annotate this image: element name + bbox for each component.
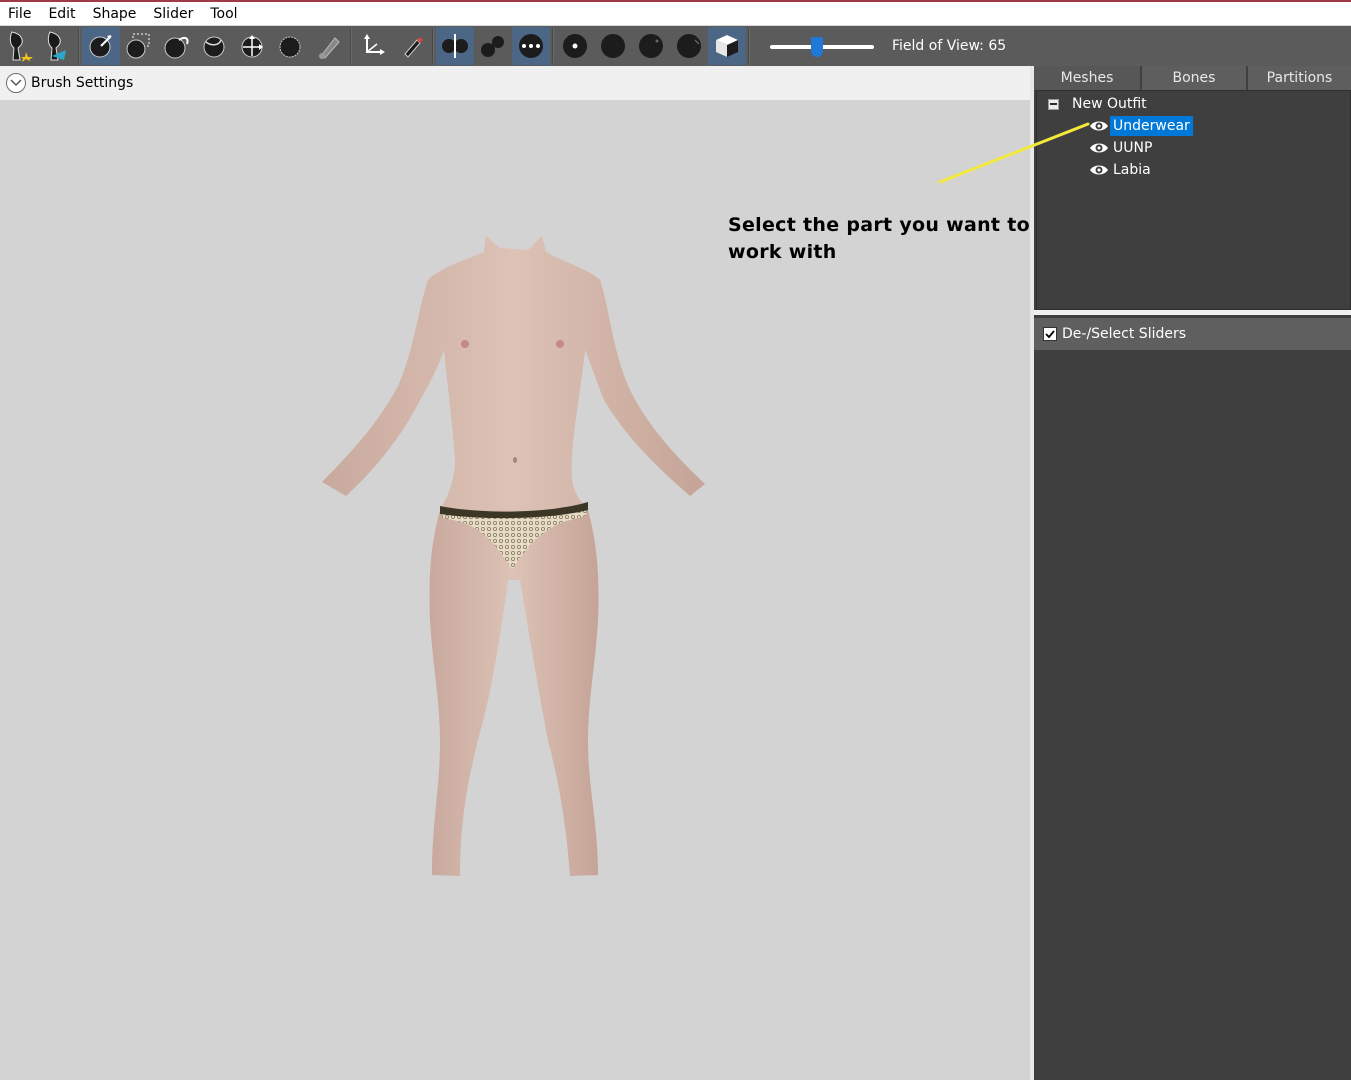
pencil-icon [404, 37, 423, 58]
tree-item-label: Underwear [1110, 116, 1193, 136]
deflate-brush-button[interactable] [196, 27, 234, 65]
menu-shape[interactable]: Shape [93, 3, 137, 25]
load-outfit-icon [47, 31, 66, 61]
move-brush-button[interactable] [234, 27, 272, 65]
eye-icon[interactable] [1089, 141, 1109, 155]
textures-icon [677, 34, 701, 58]
right-panel: Meshes Bones Partitions New Outfit Under… [1034, 66, 1351, 1080]
connected-only-button[interactable] [474, 27, 512, 65]
panel-splitter[interactable] [1034, 310, 1351, 315]
select-brush-icon [89, 35, 112, 58]
mesh-tree: New Outfit Underwear UUNP Labia [1036, 90, 1351, 310]
pencil-tool-button[interactable] [392, 27, 430, 65]
toolbar-separator [552, 29, 554, 63]
eye-icon[interactable] [1089, 119, 1109, 133]
new-project-icon [9, 31, 33, 62]
select-brush-button[interactable] [82, 27, 120, 65]
sliders-header[interactable]: De-/Select Sliders [1034, 318, 1351, 350]
cube-icon [716, 35, 738, 57]
eye-icon[interactable] [1089, 163, 1109, 177]
sliders-header-label: De-/Select Sliders [1062, 326, 1187, 342]
transform-tool-button[interactable] [354, 27, 392, 65]
mask-brush-button[interactable] [120, 27, 158, 65]
weight-brush-button[interactable] [310, 27, 348, 65]
fov-label: Field of View: 65 [892, 38, 1007, 54]
tab-meshes[interactable]: Meshes [1034, 66, 1142, 90]
global-brush-icon [519, 34, 543, 58]
brush-settings-bar[interactable]: Brush Settings [0, 66, 1032, 100]
chevron-down-icon [10, 79, 22, 87]
menu-tool[interactable]: Tool [210, 3, 237, 25]
mask-brush-icon [126, 33, 150, 59]
lighting-button[interactable] [632, 27, 670, 65]
inflate-brush-button[interactable] [158, 27, 196, 65]
color-mask-button[interactable] [708, 27, 746, 65]
load-outfit-button[interactable] [38, 27, 76, 65]
mirror-icon [442, 34, 468, 58]
tree-item-uunp[interactable]: UUNP [1089, 138, 1155, 158]
select-sliders-checkbox[interactable] [1043, 327, 1057, 341]
tree-item-labia[interactable]: Labia [1089, 160, 1154, 180]
menu-bar: File Edit Shape Slider Tool [0, 2, 1351, 26]
wireframe-button[interactable] [594, 27, 632, 65]
brush-settings-label: Brush Settings [31, 75, 134, 91]
global-brush-button[interactable] [512, 27, 550, 65]
menu-slider[interactable]: Slider [153, 3, 193, 25]
tree-item-underwear[interactable]: Underwear [1089, 116, 1193, 136]
weight-brush-icon [319, 37, 340, 59]
menu-edit[interactable]: Edit [48, 3, 75, 25]
move-brush-icon [241, 35, 263, 58]
vertex-points-icon [563, 34, 587, 58]
deflate-brush-icon [203, 36, 225, 58]
inflate-brush-icon [164, 36, 189, 59]
outfit-studio-window: File Edit Shape Slider Tool Field of Vie… [0, 0, 1351, 1080]
fov-slider[interactable] [770, 31, 874, 61]
toolbar: Field of View: 65 [0, 26, 1351, 66]
menu-file[interactable]: File [8, 3, 31, 25]
new-project-button[interactable] [0, 27, 38, 65]
tree-item-label: Labia [1113, 162, 1151, 178]
vertex-points-button[interactable] [556, 27, 594, 65]
textures-button[interactable] [670, 27, 708, 65]
connected-only-icon [481, 36, 504, 57]
smooth-brush-icon [279, 36, 301, 58]
toolbar-separator [78, 29, 80, 63]
tree-item-label: UUNP [1113, 140, 1153, 156]
expand-toggle[interactable] [6, 73, 26, 93]
x-mirror-button[interactable] [436, 27, 474, 65]
lighting-icon [639, 34, 663, 58]
toolbar-separator [432, 29, 434, 63]
transform-axes-icon [364, 34, 385, 55]
toolbar-separator [350, 29, 352, 63]
tree-root-label: New Outfit [1072, 96, 1147, 112]
toolbar-separator [748, 29, 750, 63]
tab-bones[interactable]: Bones [1142, 66, 1248, 90]
collapse-toggle[interactable] [1048, 98, 1059, 110]
fov-slider-thumb[interactable] [811, 37, 823, 57]
tab-partitions[interactable]: Partitions [1248, 66, 1351, 90]
smooth-brush-button[interactable] [272, 27, 310, 65]
tutorial-annotation: Select the part you want to work with [728, 214, 1030, 263]
wireframe-icon [601, 34, 625, 58]
checkmark-icon [1045, 330, 1055, 339]
tree-root-row[interactable]: New Outfit [1048, 94, 1150, 114]
panel-tabs: Meshes Bones Partitions [1034, 66, 1351, 90]
